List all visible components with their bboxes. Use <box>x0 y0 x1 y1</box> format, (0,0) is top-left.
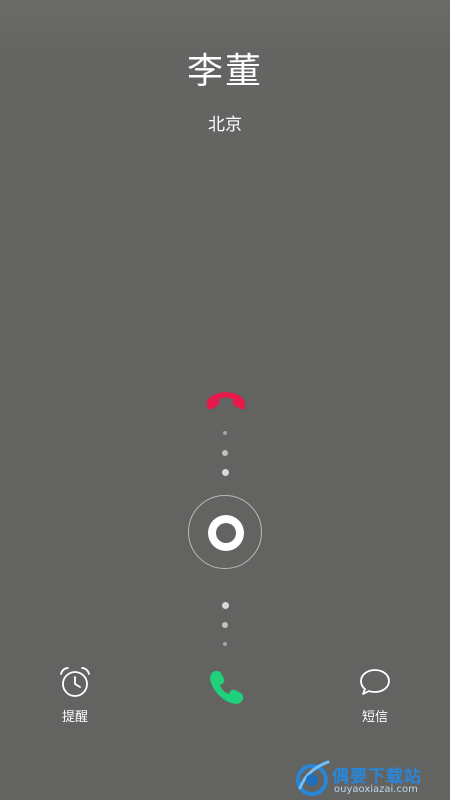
incoming-call-screen: 李董 北京 提醒 短信 偶要下载站 ouyaoxiazai.com <box>0 0 450 800</box>
remind-label: 提醒 <box>61 710 88 725</box>
watermark-logo-icon <box>296 760 330 796</box>
caller-location: 北京 <box>208 115 242 135</box>
site-watermark: 偶要下载站 ouyaoxiazai.com <box>292 758 450 800</box>
guide-dot-lower-1 <box>222 602 229 609</box>
call-slider-handle[interactable] <box>188 495 262 569</box>
guide-dot-lower-2 <box>222 622 228 628</box>
sms-label: 短信 <box>361 710 388 725</box>
guide-dot-lower-3 <box>223 642 227 646</box>
caller-name: 李董 <box>186 51 263 92</box>
guide-dot-upper-1 <box>223 431 227 435</box>
sms-button[interactable]: 短信 <box>340 666 410 725</box>
remind-button[interactable]: 提醒 <box>40 666 110 725</box>
slider-knob <box>208 515 244 551</box>
phone-answer-icon[interactable] <box>207 669 245 707</box>
guide-dot-upper-2 <box>222 450 228 456</box>
alarm-clock-icon <box>60 667 90 697</box>
chat-bubble-icon <box>360 669 390 695</box>
phone-hangup-icon[interactable] <box>204 388 248 412</box>
watermark-url: ouyaoxiazai.com <box>334 784 418 795</box>
guide-dot-upper-3 <box>222 469 229 476</box>
